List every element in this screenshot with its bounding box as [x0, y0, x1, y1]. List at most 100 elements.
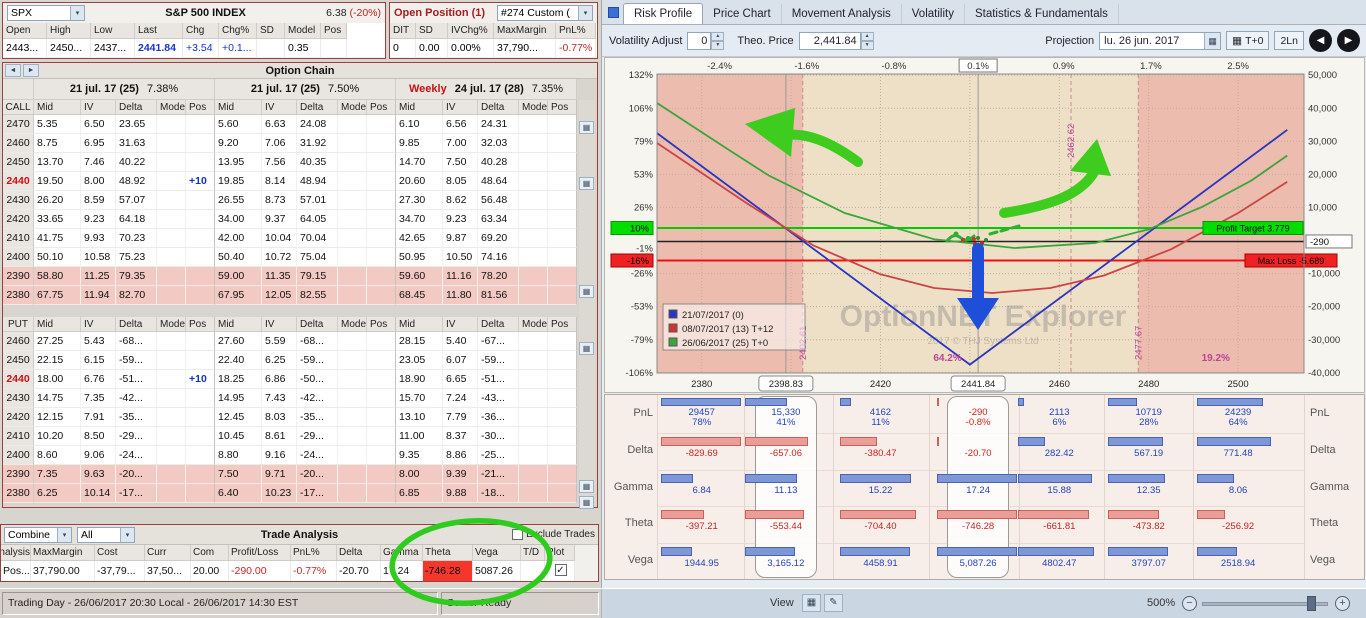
chain-cell[interactable]: 12.15: [34, 408, 81, 427]
chain-cell[interactable]: [367, 153, 396, 172]
chain-cell[interactable]: [186, 408, 215, 427]
chain-cell[interactable]: -29...: [116, 427, 157, 446]
chain-cell[interactable]: -59...: [478, 351, 519, 370]
chain-cell[interactable]: [157, 286, 186, 305]
chain-cell[interactable]: 5.59: [262, 332, 297, 351]
grid-icon-button[interactable]: ▦: [579, 342, 594, 355]
chain-cell[interactable]: 6.40: [215, 484, 262, 503]
chain-cell[interactable]: [157, 115, 186, 134]
chain-cell[interactable]: [157, 408, 186, 427]
chain-cell[interactable]: 10.72: [262, 248, 297, 267]
chain-cell[interactable]: 56.48: [478, 191, 519, 210]
chain-cell[interactable]: 75.04: [297, 248, 338, 267]
chain-cell[interactable]: 79.35: [116, 267, 157, 286]
chain-cell[interactable]: 7.79: [443, 408, 478, 427]
chain-cell[interactable]: [519, 465, 548, 484]
chain-cell[interactable]: 31.63: [116, 134, 157, 153]
chain-cell[interactable]: 5.43: [81, 332, 116, 351]
chain-cell[interactable]: 11.25: [81, 267, 116, 286]
chain-cell[interactable]: [519, 286, 548, 305]
chain-cell[interactable]: [186, 484, 215, 503]
tab-volatility[interactable]: Volatility: [902, 4, 965, 24]
chain-cell[interactable]: [186, 210, 215, 229]
volatility-adjust-spinner[interactable]: 0 ▲▼: [687, 32, 724, 50]
chain-cell[interactable]: 11.00: [396, 427, 443, 446]
strike-cell[interactable]: 2390: [3, 465, 34, 484]
strike-cell[interactable]: 2400: [3, 248, 34, 267]
calendar-icon[interactable]: ▦: [1204, 33, 1220, 49]
tab-statistics-fundamentals[interactable]: Statistics & Fundamentals: [965, 4, 1119, 24]
chain-cell[interactable]: 70.04: [297, 229, 338, 248]
chain-cell[interactable]: 8.62: [443, 191, 478, 210]
plot-checkbox[interactable]: ✓: [555, 564, 567, 576]
chain-cell[interactable]: 8.00: [396, 465, 443, 484]
chain-cell[interactable]: 9.88: [443, 484, 478, 503]
chain-cell[interactable]: 8.50: [81, 427, 116, 446]
chain-cell[interactable]: 31.92: [297, 134, 338, 153]
chain-cell[interactable]: 13.95: [215, 153, 262, 172]
chain-cell[interactable]: [519, 153, 548, 172]
chain-cell[interactable]: 9.37: [262, 210, 297, 229]
exclude-trades-checkbox[interactable]: [512, 529, 523, 540]
chain-cell[interactable]: [519, 389, 548, 408]
chain-cell[interactable]: [519, 332, 548, 351]
chain-cell[interactable]: [519, 267, 548, 286]
chain-cell[interactable]: [548, 332, 577, 351]
chain-cell[interactable]: -59...: [116, 351, 157, 370]
strike-cell[interactable]: 2380: [3, 286, 34, 305]
chain-cell[interactable]: [367, 134, 396, 153]
chain-cell[interactable]: 82.70: [116, 286, 157, 305]
chain-cell[interactable]: -21...: [478, 465, 519, 484]
chain-cell[interactable]: 9.63: [81, 465, 116, 484]
chain-cell[interactable]: 7.50: [215, 465, 262, 484]
chain-cell[interactable]: [519, 115, 548, 134]
chain-cell[interactable]: -68...: [297, 332, 338, 351]
chain-cell[interactable]: 40.35: [297, 153, 338, 172]
chain-cell[interactable]: [157, 332, 186, 351]
chain-cell[interactable]: 8.61: [262, 427, 297, 446]
chain-cell[interactable]: 10.20: [34, 427, 81, 446]
chain-cell[interactable]: 20.60: [396, 172, 443, 191]
strike-cell[interactable]: 2410: [3, 229, 34, 248]
chain-cell[interactable]: [186, 427, 215, 446]
chain-cell[interactable]: [338, 248, 367, 267]
chain-cell[interactable]: 13.70: [34, 153, 81, 172]
chain-cell[interactable]: 67.95: [215, 286, 262, 305]
chain-cell[interactable]: 42.65: [396, 229, 443, 248]
chain-cell[interactable]: [338, 332, 367, 351]
chain-cell[interactable]: 7.46: [81, 153, 116, 172]
chain-cell[interactable]: [157, 153, 186, 172]
strike-cell[interactable]: 2450: [3, 351, 34, 370]
chain-cell[interactable]: [367, 389, 396, 408]
expiry-header[interactable]: 21 jul. 17 (25)7.50%: [215, 79, 396, 100]
chain-cell[interactable]: 8.80: [215, 446, 262, 465]
chain-cell[interactable]: -51...: [116, 370, 157, 389]
strike-cell[interactable]: 2420: [3, 210, 34, 229]
chain-cell[interactable]: 8.75: [34, 134, 81, 153]
chain-cell[interactable]: [186, 229, 215, 248]
chain-cell[interactable]: [548, 370, 577, 389]
chain-cell[interactable]: [338, 153, 367, 172]
chain-cell[interactable]: [519, 427, 548, 446]
chain-cell[interactable]: [367, 115, 396, 134]
chevron-down-icon[interactable]: ▾: [578, 6, 592, 20]
chain-cell[interactable]: -42...: [297, 389, 338, 408]
chain-cell[interactable]: 9.87: [443, 229, 478, 248]
chain-cell[interactable]: 6.86: [262, 370, 297, 389]
strike-cell[interactable]: 2460: [3, 332, 34, 351]
chain-cell[interactable]: [519, 484, 548, 503]
tab-movement-analysis[interactable]: Movement Analysis: [782, 4, 902, 24]
chain-cell[interactable]: [519, 351, 548, 370]
chain-cell[interactable]: -24...: [116, 446, 157, 465]
grid-icon-button[interactable]: ▦: [579, 177, 594, 190]
chain-cell[interactable]: [157, 134, 186, 153]
strike-cell[interactable]: 2420: [3, 408, 34, 427]
chain-cell[interactable]: 10.23: [262, 484, 297, 503]
strike-cell[interactable]: 2430: [3, 191, 34, 210]
chain-cell[interactable]: 6.25: [262, 351, 297, 370]
chevron-down-icon[interactable]: ▾: [70, 6, 84, 20]
chain-cell[interactable]: 74.16: [478, 248, 519, 267]
chain-cell[interactable]: [367, 427, 396, 446]
chain-cell[interactable]: [186, 191, 215, 210]
chain-cell[interactable]: [186, 465, 215, 484]
